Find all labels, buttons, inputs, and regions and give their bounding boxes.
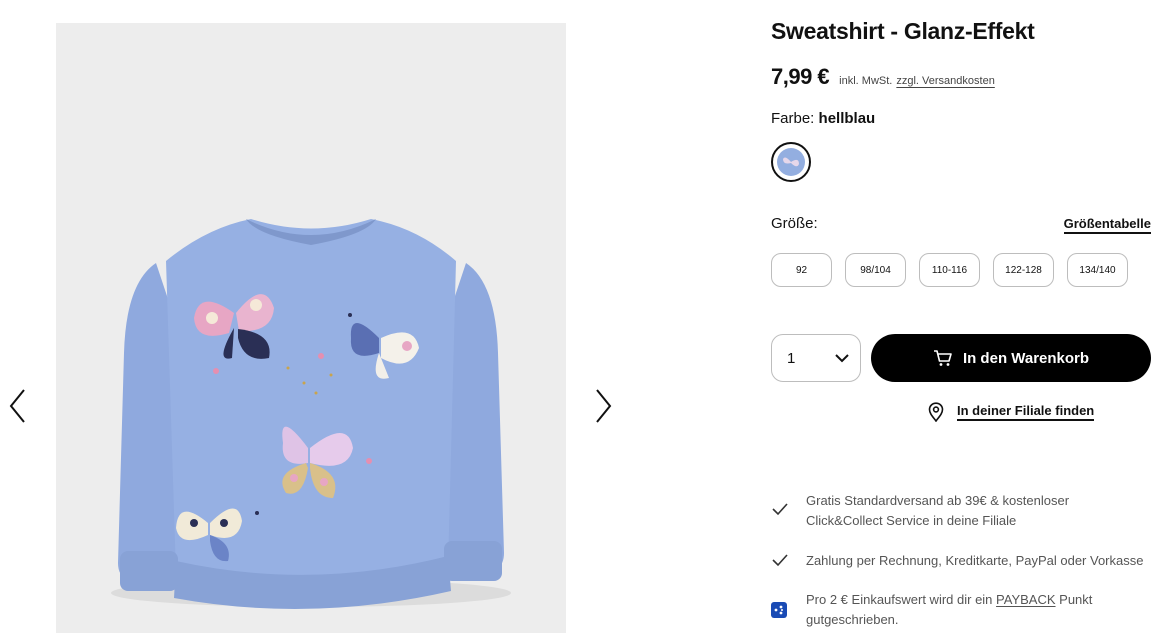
product-title: Sweatshirt - Glanz-Effekt [771, 18, 1035, 44]
checkmark-icon [772, 554, 788, 567]
size-option-122-128[interactable]: 122-128 [993, 253, 1054, 287]
benefit-shipping-text: Gratis Standardversand ab 39€ & kostenlo… [806, 491, 1069, 531]
product-price: 7,99 € [771, 64, 830, 89]
color-label: Farbe: [771, 110, 815, 127]
chevron-right-icon[interactable] [591, 386, 615, 426]
size-options: 92 98/104 110-116 122-128 134/140 [771, 253, 1128, 287]
benefit-payback-text: Pro 2 € Einkaufswert wird dir ein PAYBAC… [806, 590, 1092, 630]
benefit-shipping: Gratis Standardversand ab 39€ & kostenlo… [771, 491, 1151, 531]
payback-text-line2: gutgeschrieben. [806, 612, 899, 627]
find-in-store-label: In deiner Filiale finden [957, 403, 1095, 421]
color-selection-label: Farbe: hellblau [771, 110, 875, 127]
benefit-payment: Zahlung per Rechnung, Kreditkarte, PayPa… [771, 551, 1151, 571]
quantity-select[interactable]: 1 [771, 334, 861, 382]
payback-link[interactable]: PAYBACK [996, 592, 1055, 607]
sweatshirt-illustration [111, 219, 511, 609]
location-pin-icon [928, 402, 944, 422]
benefit-shipping-line2: Click&Collect Service in deine Filiale [806, 513, 1017, 528]
color-swatch-hellblau[interactable] [771, 142, 811, 182]
size-option-134-140[interactable]: 134/140 [1067, 253, 1128, 287]
cart-icon [933, 350, 952, 366]
quantity-value: 1 [787, 349, 796, 367]
size-label: Größe: [771, 215, 818, 232]
product-info-panel: Sweatshirt - Glanz-Effekt 7,99 € inkl. M… [771, 0, 1151, 633]
shipping-costs-link[interactable]: zzgl. Versandkosten [896, 75, 994, 87]
add-to-cart-label: In den Warenkorb [962, 349, 1090, 367]
swatch-thumbnail [777, 148, 805, 176]
size-option-110-116[interactable]: 110-116 [919, 253, 980, 287]
payback-text-end: Punkt [1059, 592, 1093, 607]
size-chart-link[interactable]: Größentabelle [1063, 216, 1151, 234]
tax-note: inkl. MwSt. [839, 75, 893, 87]
payback-text-start: Pro 2 € Einkaufswert wird dir ein [806, 592, 993, 607]
benefit-payback: Pro 2 € Einkaufswert wird dir ein PAYBAC… [771, 590, 1151, 630]
benefit-shipping-line1: Gratis Standardversand ab 39€ & kostenlo… [806, 493, 1070, 508]
price-row: 7,99 € inkl. MwSt. zzgl. Versandkosten [771, 64, 995, 90]
checkmark-icon [772, 503, 788, 516]
benefit-payment-text: Zahlung per Rechnung, Kreditkarte, PayPa… [806, 553, 1144, 568]
payback-icon [771, 602, 787, 618]
size-option-98-104[interactable]: 98/104 [845, 253, 906, 287]
find-in-store-link[interactable]: In deiner Filiale finden [927, 402, 1095, 422]
size-option-92[interactable]: 92 [771, 253, 832, 287]
product-image [56, 23, 566, 633]
chevron-down-icon [835, 354, 849, 363]
chevron-left-icon[interactable] [6, 386, 30, 426]
add-to-cart-button[interactable]: In den Warenkorb [871, 334, 1151, 382]
butterfly-thumbnail-icon [783, 157, 799, 167]
product-gallery [0, 0, 620, 633]
color-value: hellblau [818, 110, 876, 127]
